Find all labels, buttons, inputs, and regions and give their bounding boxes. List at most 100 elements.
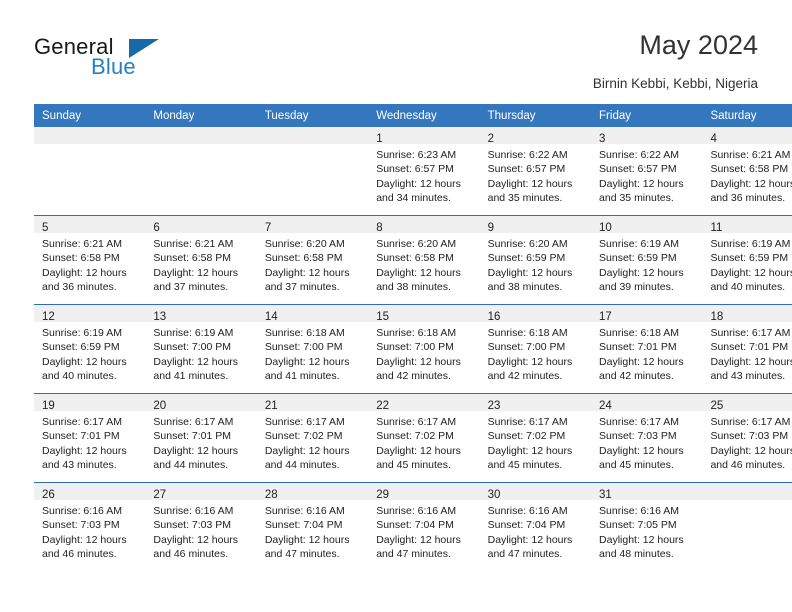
day-number-band: 18 [702, 305, 792, 323]
day-number-band: 13 [145, 305, 257, 323]
calendar-day-cell[interactable]: 14 Sunrise: 6:18 AM Sunset: 7:00 PM Dayligh… [256, 304, 369, 394]
day-number-band [34, 127, 146, 144]
calendar-day-cell[interactable]: 20 Sunrise: 6:17 AM Sunset: 7:01 PM Dayligh… [145, 393, 257, 483]
daylight-text-line2: and 46 minutes. [153, 548, 229, 561]
daylight-text-line1: Daylight: 12 hours [376, 533, 461, 546]
calendar-day-cell[interactable]: 11 Sunrise: 6:19 AM Sunset: 6:59 PM Dayligh… [702, 215, 792, 305]
weekday-header-wednesday: Wednesday [368, 104, 480, 127]
sunset-text: Sunset: 6:59 PM [710, 252, 789, 265]
calendar-day-cell[interactable]: 4 Sunrise: 6:21 AM Sunset: 6:58 PM Daylight… [702, 127, 792, 216]
calendar-day-cell[interactable]: 8 Sunrise: 6:20 AM Sunset: 6:58 PM Daylight… [368, 215, 480, 305]
sunset-text: Sunset: 7:02 PM [487, 430, 566, 443]
calendar-day-cell[interactable]: 16 Sunrise: 6:18 AM Sunset: 7:00 PM Dayligh… [479, 304, 592, 394]
day-number: 13 [153, 311, 167, 323]
calendar-day-cell[interactable]: 12 Sunrise: 6:19 AM Sunset: 6:59 PM Dayligh… [34, 304, 146, 394]
sunrise-text: Sunrise: 6:19 AM [153, 327, 234, 339]
logo-text-blue: Blue [91, 54, 136, 79]
daylight-text-line1: Daylight: 12 hours [599, 533, 684, 546]
calendar-day-cell[interactable]: 2 Sunrise: 6:22 AM Sunset: 6:57 PM Daylight… [479, 127, 592, 216]
daylight-text-line1: Daylight: 12 hours [42, 533, 127, 546]
daylight-text-line1: Daylight: 12 hours [376, 266, 461, 279]
general-blue-logo[interactable]: General Blue [34, 36, 264, 90]
day-number: 17 [599, 311, 612, 323]
day-number-band: 25 [702, 394, 792, 412]
calendar-day-cell[interactable]: 29 Sunrise: 6:16 AM Sunset: 7:04 PM Dayligh… [368, 482, 480, 571]
calendar-day-cell[interactable]: 10 Sunrise: 6:19 AM Sunset: 6:59 PM Dayligh… [591, 215, 703, 305]
calendar-day-cell[interactable]: 5 Sunrise: 6:21 AM Sunset: 6:58 PM Daylight… [34, 215, 146, 305]
calendar-day-cell[interactable]: 9 Sunrise: 6:20 AM Sunset: 6:59 PM Daylight… [479, 215, 592, 305]
calendar-week-row: 5 Sunrise: 6:21 AM Sunset: 6:58 PM Daylight… [34, 215, 792, 305]
calendar-day-cell[interactable]: 6 Sunrise: 6:21 AM Sunset: 6:58 PM Daylight… [145, 215, 257, 305]
calendar-day-cell[interactable]: 7 Sunrise: 6:20 AM Sunset: 6:58 PM Daylight… [256, 215, 369, 305]
sunrise-text: Sunrise: 6:16 AM [264, 505, 345, 517]
daylight-text-line1: Daylight: 12 hours [599, 177, 684, 190]
calendar-day-cell[interactable]: 26 Sunrise: 6:16 AM Sunset: 7:03 PM Dayligh… [34, 482, 146, 571]
sunset-text: Sunset: 7:05 PM [599, 519, 677, 532]
sunset-text: Sunset: 6:58 PM [153, 252, 232, 265]
day-number-band: 2 [479, 127, 592, 145]
sunset-text: Sunset: 7:02 PM [264, 430, 343, 443]
day-number: 29 [376, 489, 390, 501]
calendar-day-cell[interactable]: 30 Sunrise: 6:16 AM Sunset: 7:04 PM Dayligh… [479, 482, 592, 571]
calendar-day-cell[interactable]: 13 Sunrise: 6:19 AM Sunset: 7:00 PM Dayligh… [145, 304, 257, 394]
day-details: Sunrise: 6:22 AM Sunset: 6:57 PM Daylight:… [591, 144, 702, 206]
day-number-band: 22 [368, 394, 480, 412]
calendar-day-cell[interactable]: 21 Sunrise: 6:17 AM Sunset: 7:02 PM Dayligh… [256, 393, 369, 483]
calendar-cell-empty [145, 127, 257, 216]
calendar-day-cell[interactable]: 24 Sunrise: 6:17 AM Sunset: 7:03 PM Dayligh… [591, 393, 703, 483]
daylight-text-line1: Daylight: 12 hours [376, 444, 461, 457]
sunset-text: Sunset: 6:58 PM [376, 252, 454, 265]
sunrise-text: Sunrise: 6:17 AM [710, 416, 791, 428]
sunset-text: Sunset: 6:59 PM [487, 252, 566, 265]
page-header: General Blue May 2024 Birnin Kebbi, Kebb… [34, 30, 758, 92]
day-number: 6 [153, 222, 160, 234]
day-details: Sunrise: 6:22 AM Sunset: 6:57 PM Daylight:… [480, 144, 591, 206]
day-number: 3 [599, 133, 606, 145]
day-number: 4 [710, 133, 717, 145]
calendar-day-cell[interactable]: 22 Sunrise: 6:17 AM Sunset: 7:02 PM Dayligh… [368, 393, 480, 483]
calendar-day-cell[interactable]: 28 Sunrise: 6:16 AM Sunset: 7:04 PM Dayligh… [256, 482, 369, 571]
calendar-day-cell[interactable]: 25 Sunrise: 6:17 AM Sunset: 7:03 PM Dayligh… [702, 393, 792, 483]
day-number-band: 15 [368, 305, 480, 323]
daylight-text-line1: Daylight: 12 hours [42, 444, 127, 457]
day-details: Sunrise: 6:17 AM Sunset: 7:02 PM Daylight:… [368, 411, 479, 473]
daylight-text-line1: Daylight: 12 hours [487, 177, 573, 190]
sunrise-text: Sunrise: 6:18 AM [264, 327, 345, 339]
calendar-day-cell[interactable]: 15 Sunrise: 6:18 AM Sunset: 7:00 PM Dayligh… [368, 304, 480, 394]
day-number-band: 24 [591, 394, 703, 412]
day-details: Sunrise: 6:16 AM Sunset: 7:04 PM Daylight:… [480, 500, 591, 562]
day-number-band: 8 [368, 216, 480, 234]
daylight-text-line1: Daylight: 12 hours [599, 444, 684, 457]
sunset-text: Sunset: 6:57 PM [599, 163, 677, 176]
day-number-band [145, 127, 257, 144]
daylight-text-line2: and 42 minutes. [599, 370, 674, 383]
daylight-text-line1: Daylight: 12 hours [376, 355, 461, 368]
calendar-day-cell[interactable]: 27 Sunrise: 6:16 AM Sunset: 7:03 PM Dayligh… [145, 482, 257, 571]
daylight-text-line1: Daylight: 12 hours [710, 266, 792, 279]
calendar-day-cell[interactable]: 31 Sunrise: 6:16 AM Sunset: 7:05 PM Dayligh… [591, 482, 703, 571]
day-details: Sunrise: 6:20 AM Sunset: 6:58 PM Daylight:… [368, 233, 479, 295]
calendar-day-cell[interactable]: 1 Sunrise: 6:23 AM Sunset: 6:57 PM Daylight… [368, 127, 480, 216]
daylight-text-line2: and 42 minutes. [376, 370, 451, 383]
day-number: 8 [376, 222, 383, 234]
calendar-cell-empty [256, 127, 369, 216]
day-details: Sunrise: 6:18 AM Sunset: 7:01 PM Daylight:… [591, 322, 702, 384]
calendar-day-cell[interactable]: 19 Sunrise: 6:17 AM Sunset: 7:01 PM Dayligh… [34, 393, 146, 483]
calendar-day-cell[interactable]: 23 Sunrise: 6:17 AM Sunset: 7:02 PM Dayligh… [479, 393, 592, 483]
calendar-day-cell[interactable]: 3 Sunrise: 6:22 AM Sunset: 6:57 PM Daylight… [591, 127, 703, 216]
daylight-text-line1: Daylight: 12 hours [42, 266, 127, 279]
sunrise-text: Sunrise: 6:20 AM [487, 238, 568, 250]
day-details: Sunrise: 6:19 AM Sunset: 7:00 PM Daylight:… [145, 322, 256, 384]
day-number-band: 12 [34, 305, 146, 323]
sunrise-text: Sunrise: 6:17 AM [487, 416, 568, 428]
page-title: May 2024 [639, 30, 758, 60]
daylight-text-line1: Daylight: 12 hours [264, 533, 350, 546]
day-number: 9 [487, 222, 495, 234]
calendar-day-cell[interactable]: 18 Sunrise: 6:17 AM Sunset: 7:01 PM Dayligh… [702, 304, 792, 394]
daylight-text-line2: and 41 minutes. [264, 370, 340, 383]
calendar-day-cell[interactable]: 17 Sunrise: 6:18 AM Sunset: 7:01 PM Dayligh… [591, 304, 703, 394]
sunset-text: Sunset: 7:00 PM [376, 341, 454, 354]
daylight-text-line2: and 35 minutes. [487, 192, 563, 205]
day-number-band: 30 [479, 483, 592, 501]
calendar-week-row: 1 Sunrise: 6:23 AM Sunset: 6:57 PM Daylight… [34, 127, 792, 216]
